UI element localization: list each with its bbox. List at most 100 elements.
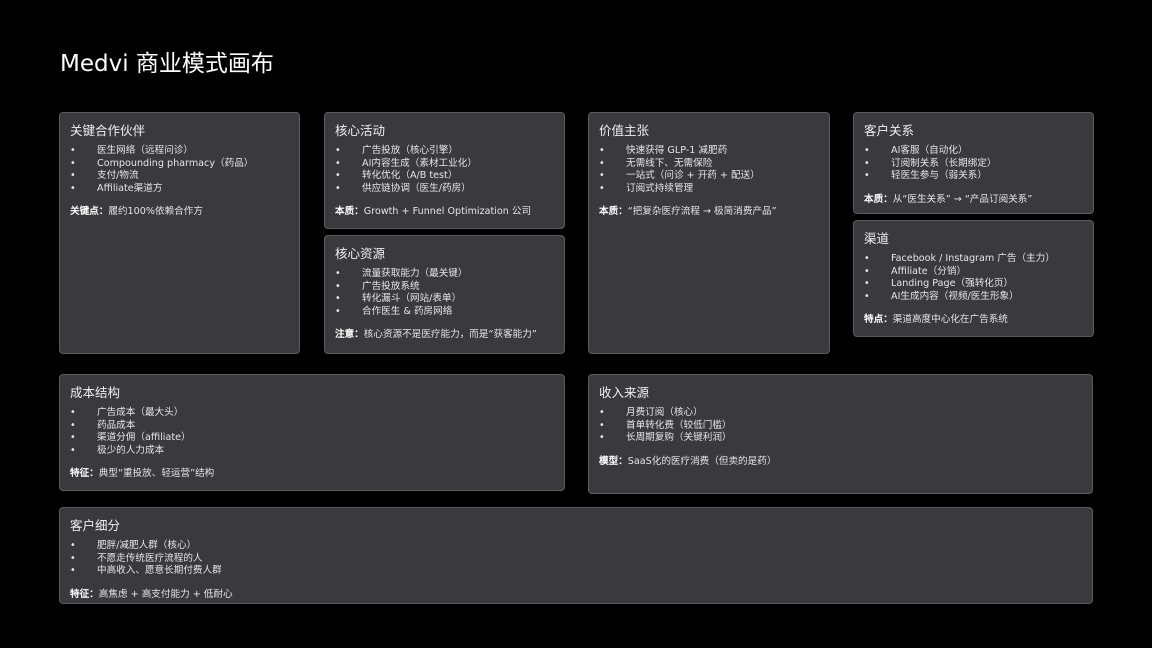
list-item-text: 药品成本 — [97, 419, 136, 431]
list-item: • 中高收入、愿意长期付费人群 — [70, 565, 1082, 578]
list-item: • 订阅制关系（长期绑定） — [864, 158, 1083, 171]
bullet-icon: • — [864, 253, 870, 264]
list-item-text: 快速获得 GLP-1 减肥药 — [626, 145, 728, 156]
card-note: 特征：典型“重投放、轻运营”结构 — [70, 468, 554, 481]
note-label: 本质： — [335, 206, 364, 218]
card-revenue-streams: 收入来源 • 月费订阅（核心） • 首单转化费（较低门槛） • 长周期复购（关键利润） 模型：… — [588, 374, 1093, 494]
note-text: 高焦虑 + 高支付能力 + 低耐心 — [98, 588, 233, 600]
list-item-text: AI生成内容（视频/医生形象） — [891, 290, 1019, 302]
bullet-list: • 流量获取能力（最关键） • 广告投放系统 • 转化漏斗（网站/表单） • 合作医生 & 药… — [335, 268, 554, 318]
list-item: • 转化优化（A/B test） — [335, 170, 554, 183]
card-note: 关键点：履约100%依赖合作方 — [70, 206, 289, 219]
list-item-text: 首单转化费（较低门槛） — [626, 419, 732, 431]
list-item: • 首单转化费（较低门槛） — [599, 420, 1082, 433]
note-label: 特征： — [70, 588, 99, 600]
bullet-icon: • — [864, 145, 870, 156]
bullet-list: • 广告投放（核心引擎） • AI内容生成（素材工业化） • 转化优化（A/B test）… — [335, 145, 554, 195]
card-key-activities: 核心活动 • 广告投放（核心引擎） • AI内容生成（素材工业化） • 转化优化（A/B t… — [324, 112, 565, 229]
note-text: Growth + Funnel Optimization 公司 — [363, 206, 532, 218]
note-label: 关键点： — [70, 206, 109, 218]
bullet-icon: • — [70, 552, 76, 564]
note-text: 履约100%依赖合作方 — [108, 206, 203, 218]
list-item: • Compounding pharmacy（药品） — [70, 158, 289, 171]
list-item-text: 渠道分佣（affiliate） — [97, 432, 191, 444]
list-item: • 渠道分佣（affiliate） — [70, 432, 554, 445]
note-text: “把复杂医疗流程 → 极简消费产品” — [627, 206, 777, 218]
card-note: 特点：渠道高度中心化在广告系统 — [864, 314, 1083, 327]
list-item: • 支付/物流 — [70, 170, 289, 183]
list-item: • Facebook / Instagram 广告（主力） — [864, 253, 1083, 266]
bullet-icon: • — [335, 305, 341, 317]
list-item: • Affiliate渠道方 — [70, 183, 289, 196]
bullet-icon: • — [599, 170, 605, 182]
card-cost-structure: 成本结构 • 广告成本（最大头） • 药品成本 • 渠道分佣（affiliate） • 极少的人… — [59, 374, 565, 491]
bullet-list: • 月费订阅（核心） • 首单转化费（较低门槛） • 长周期复购（关键利润） — [599, 407, 1082, 445]
list-item-text: 轻医生参与（弱关系） — [891, 170, 987, 182]
list-item: • 合作医生 & 药房网络 — [335, 306, 554, 319]
list-item: • Landing Page（强转化页） — [864, 278, 1083, 291]
note-text: 渠道高度中心化在广告系统 — [892, 314, 1008, 326]
list-item: • AI生成内容（视频/医生形象） — [864, 291, 1083, 304]
list-item: • 药品成本 — [70, 420, 554, 433]
note-label: 本质： — [864, 193, 893, 205]
list-item-text: 肥胖/减肥人群（核心） — [97, 540, 197, 551]
bullet-icon: • — [335, 293, 341, 305]
bullet-icon: • — [70, 145, 76, 156]
card-title: 价值主张 — [599, 123, 650, 138]
bullet-icon: • — [70, 540, 76, 551]
bullet-icon: • — [70, 407, 76, 418]
list-item-text: 长周期复购（关键利润） — [626, 432, 732, 444]
card-key-resources: 核心资源 • 流量获取能力（最关键） • 广告投放系统 • 转化漏斗（网站/表单） • 合作医生… — [324, 235, 565, 354]
list-item: • 月费订阅（核心） — [599, 407, 1082, 420]
list-item: • AI客服（自动化） — [864, 145, 1083, 158]
list-item: • AI内容生成（素材工业化） — [335, 158, 554, 171]
bullet-icon: • — [70, 170, 76, 182]
bullet-list: • 肥胖/减肥人群（核心） • 不愿走传统医疗流程的人 • 中高收入、愿意长期付费人群 — [70, 540, 1082, 578]
page-title: Medvi 商业模式画布 — [60, 51, 274, 77]
bullet-icon: • — [335, 182, 341, 194]
list-item-text: 转化漏斗（网站/表单） — [362, 293, 462, 305]
bullet-list: • 快速获得 GLP-1 减肥药 • 无需线下、无需保险 • 一站式（问诊 + 开药 + … — [599, 145, 819, 195]
list-item-text: 广告投放（核心引擎） — [362, 145, 458, 156]
bullet-icon: • — [599, 182, 605, 194]
bullet-list: • 广告成本（最大头） • 药品成本 • 渠道分佣（affiliate） • 极少的人力成本 — [70, 407, 554, 457]
list-item: • 医生网络（远程问诊） — [70, 145, 289, 158]
list-item-text: 供应链协调（医生/药房） — [362, 182, 471, 194]
bullet-icon: • — [335, 280, 341, 292]
card-title: 渠道 — [864, 231, 890, 246]
bullet-icon: • — [864, 290, 870, 302]
list-item-text: 无需线下、无需保险 — [626, 157, 713, 169]
card-note: 特征：高焦虑 + 高支付能力 + 低耐心 — [70, 589, 1082, 602]
bullet-icon: • — [70, 182, 76, 194]
card-title: 收入来源 — [599, 385, 650, 400]
list-item: • 广告成本（最大头） — [70, 407, 554, 420]
list-item-text: 月费订阅（核心） — [626, 407, 703, 418]
list-item-text: AI内容生成（素材工业化） — [362, 157, 477, 169]
bullet-icon: • — [70, 565, 76, 577]
list-item-text: 中高收入、愿意长期付费人群 — [97, 565, 222, 577]
bullet-icon: • — [70, 419, 76, 431]
list-item-text: 广告投放系统 — [362, 280, 420, 292]
bullet-icon: • — [864, 265, 870, 277]
list-item-text: 极少的人力成本 — [97, 444, 165, 456]
bullet-list: • Facebook / Instagram 广告（主力） • Affiliate（分… — [864, 253, 1083, 303]
list-item-text: 一站式（问诊 + 开药 + 配送） — [626, 170, 760, 182]
card-note: 本质：从“医生关系” → “产品订阅关系” — [864, 194, 1083, 207]
list-item: • 流量获取能力（最关键） — [335, 268, 554, 281]
bullet-icon: • — [599, 145, 605, 156]
list-item: • 极少的人力成本 — [70, 445, 554, 458]
list-item: • 广告投放系统 — [335, 281, 554, 294]
canvas-page: Medvi 商业模式画布 关键合作伙伴 • 医生网络（远程问诊） • Compoundi… — [0, 0, 1152, 648]
bullet-icon: • — [864, 278, 870, 290]
card-note: 本质：“把复杂医疗流程 → 极简消费产品” — [599, 206, 819, 219]
note-label: 本质： — [599, 206, 628, 218]
card-title: 核心活动 — [335, 123, 386, 138]
list-item-text: Facebook / Instagram 广告（主力） — [891, 253, 1055, 264]
card-channels: 渠道 • Facebook / Instagram 广告（主力） • Affiliate… — [853, 220, 1094, 337]
list-item-text: Landing Page（强转化页） — [891, 278, 1014, 290]
list-item: • 轻医生参与（弱关系） — [864, 170, 1083, 183]
list-item: • 供应链协调（医生/药房） — [335, 183, 554, 196]
bullet-icon: • — [335, 268, 341, 279]
list-item: • 快速获得 GLP-1 减肥药 — [599, 145, 819, 158]
list-item-text: 不愿走传统医疗流程的人 — [97, 552, 203, 564]
